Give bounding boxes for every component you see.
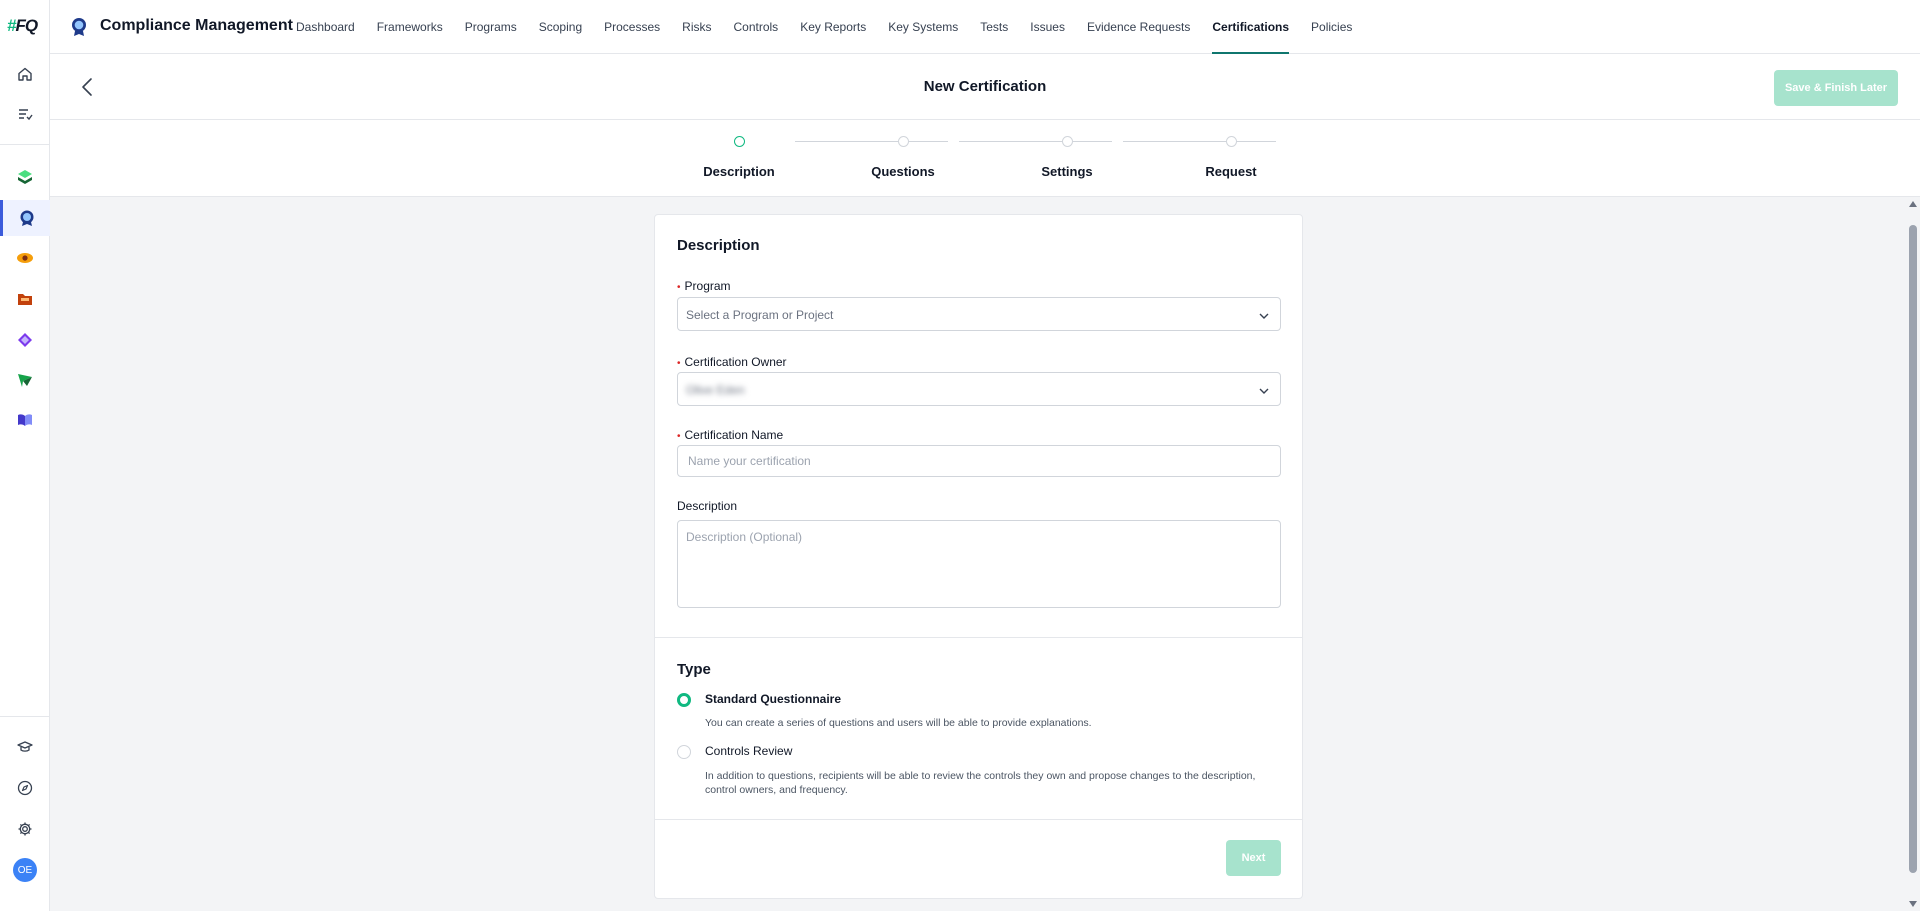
section-divider — [655, 637, 1302, 638]
nav-programs[interactable]: Programs — [465, 0, 517, 54]
controls-review-description: In addition to questions, recipients wil… — [705, 770, 1256, 796]
main-nav: Dashboard Frameworks Programs Scoping Pr… — [296, 0, 1374, 54]
step-dot-description[interactable] — [734, 136, 745, 147]
rail-divider — [0, 144, 50, 145]
paper-plane-app-icon[interactable] — [0, 362, 50, 398]
program-label: • Program — [677, 279, 731, 293]
description-label: Description — [677, 499, 738, 513]
app-title: Compliance Management — [100, 17, 293, 34]
nav-processes[interactable]: Processes — [604, 0, 660, 54]
rail-divider — [0, 716, 50, 717]
step-label-description[interactable]: Description — [669, 164, 809, 179]
diamond-app-icon[interactable] — [0, 322, 50, 358]
scroll-up-arrow-icon[interactable] — [1909, 201, 1917, 207]
certification-name-input[interactable] — [677, 445, 1281, 477]
compass-icon[interactable] — [0, 770, 50, 806]
tasks-list-icon[interactable] — [0, 96, 50, 132]
nav-evidence-requests[interactable]: Evidence Requests — [1087, 0, 1190, 54]
left-rail: #FQ OE — [0, 0, 50, 911]
nav-key-systems[interactable]: Key Systems — [888, 0, 958, 54]
certification-owner-value: Olive Eden — [686, 383, 745, 397]
type-section-title: Type — [677, 661, 711, 678]
nav-tests[interactable]: Tests — [980, 0, 1008, 54]
certification-name-label: • Certification Name — [677, 428, 784, 442]
certification-owner-label: • Certification Owner — [677, 355, 787, 369]
program-select[interactable]: Select a Program or Project — [677, 297, 1281, 331]
nav-issues[interactable]: Issues — [1030, 0, 1065, 54]
stepper: Description Questions Settings Request — [50, 120, 1920, 197]
save-finish-later-button[interactable]: Save & Finish Later — [1774, 70, 1898, 106]
book-app-icon[interactable] — [0, 402, 50, 438]
certification-badge-icon[interactable] — [0, 200, 50, 236]
avatar-initials: OE — [13, 858, 37, 882]
chevron-down-icon — [1258, 384, 1270, 402]
home-icon[interactable] — [0, 56, 50, 92]
page-title: New Certification — [923, 78, 1047, 95]
description-textarea[interactable] — [677, 520, 1281, 608]
scroll-down-arrow-icon[interactable] — [1909, 901, 1917, 907]
stack-app-icon[interactable] — [0, 159, 50, 195]
nav-risks[interactable]: Risks — [682, 0, 711, 54]
nav-dashboard[interactable]: Dashboard — [296, 0, 355, 54]
certification-form-card: Description • Program Select a Program or… — [654, 214, 1303, 899]
description-section-title: Description — [677, 237, 760, 254]
nav-controls[interactable]: Controls — [734, 0, 779, 54]
controls-review-label[interactable]: Controls Review — [705, 744, 792, 758]
program-select-placeholder: Select a Program or Project — [686, 308, 834, 322]
user-avatar[interactable]: OE — [0, 852, 50, 888]
standard-questionnaire-description: You can create a series of questions and… — [705, 717, 1092, 729]
gear-icon[interactable] — [0, 811, 50, 847]
certification-owner-select[interactable]: Olive Eden — [677, 372, 1281, 406]
chevron-down-icon — [1258, 309, 1270, 327]
standard-questionnaire-label[interactable]: Standard Questionnaire — [705, 692, 841, 706]
step-connector — [795, 141, 948, 142]
nav-frameworks[interactable]: Frameworks — [377, 0, 443, 54]
step-connector — [1123, 141, 1276, 142]
eye-app-icon[interactable] — [0, 240, 50, 276]
nav-certifications[interactable]: Certifications — [1212, 0, 1289, 54]
step-dot-settings[interactable] — [1062, 136, 1073, 147]
step-dot-questions[interactable] — [898, 136, 909, 147]
app-badge-icon — [70, 17, 88, 42]
nav-policies[interactable]: Policies — [1311, 0, 1352, 54]
footer-divider — [655, 819, 1302, 820]
folder-app-icon[interactable] — [0, 281, 50, 317]
scroll-thumb[interactable] — [1909, 225, 1917, 873]
page-header: New Certification Save & Finish Later — [50, 54, 1920, 120]
fq-logo[interactable]: #FQ — [7, 16, 43, 40]
step-dot-request[interactable] — [1226, 136, 1237, 147]
step-label-questions[interactable]: Questions — [833, 164, 973, 179]
standard-questionnaire-radio[interactable] — [677, 693, 691, 707]
next-button[interactable]: Next — [1226, 840, 1281, 876]
main-content: Description • Program Select a Program or… — [50, 197, 1920, 911]
controls-review-radio[interactable] — [677, 745, 691, 759]
top-navigation: Compliance Management Dashboard Framewor… — [50, 0, 1920, 54]
vertical-scrollbar[interactable] — [1906, 197, 1920, 911]
step-label-settings[interactable]: Settings — [997, 164, 1137, 179]
step-label-request[interactable]: Request — [1161, 164, 1301, 179]
nav-key-reports[interactable]: Key Reports — [800, 0, 866, 54]
nav-scoping[interactable]: Scoping — [539, 0, 582, 54]
graduation-cap-icon[interactable] — [0, 729, 50, 765]
step-connector — [959, 141, 1112, 142]
